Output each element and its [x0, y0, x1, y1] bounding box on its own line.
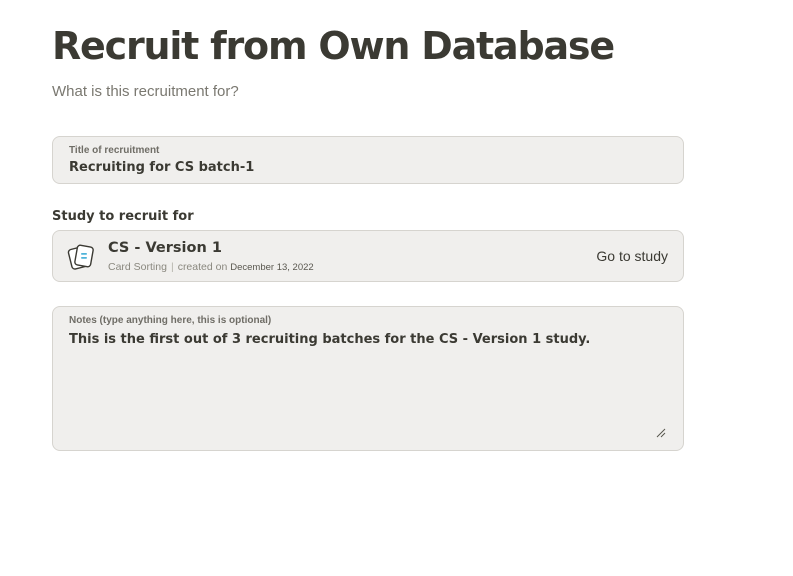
study-card[interactable]: CS - Version 1 Card Sorting | created on D…: [52, 230, 684, 282]
resize-handle-icon[interactable]: [656, 428, 666, 438]
meta-separator: |: [170, 261, 174, 273]
notes-textarea[interactable]: This is the first out of 3 recruiting ba…: [69, 332, 669, 437]
created-prefix: created on: [177, 261, 228, 273]
recruit-page: Recruit from Own Database What is this r…: [0, 0, 793, 576]
study-type: Card Sorting: [108, 261, 167, 273]
study-section-label: Study to recruit for: [52, 209, 194, 224]
study-name: CS - Version 1: [108, 240, 222, 256]
page-subtitle: What is this recruitment for?: [52, 83, 239, 100]
go-to-study-link[interactable]: Go to study: [596, 248, 668, 264]
page-title: Recruit from Own Database: [52, 24, 615, 68]
recruitment-title-input[interactable]: [69, 160, 669, 175]
created-date: December 13, 2022: [230, 262, 314, 273]
card-sorting-icon: [67, 244, 94, 270]
notes-field[interactable]: Notes (type anything here, this is optio…: [52, 306, 684, 451]
recruitment-title-label: Title of recruitment: [69, 145, 160, 156]
study-meta: Card Sorting | created on December 13, 202…: [108, 261, 314, 273]
recruitment-title-field[interactable]: Title of recruitment: [52, 136, 684, 184]
notes-label: Notes (type anything here, this is optio…: [69, 315, 272, 326]
